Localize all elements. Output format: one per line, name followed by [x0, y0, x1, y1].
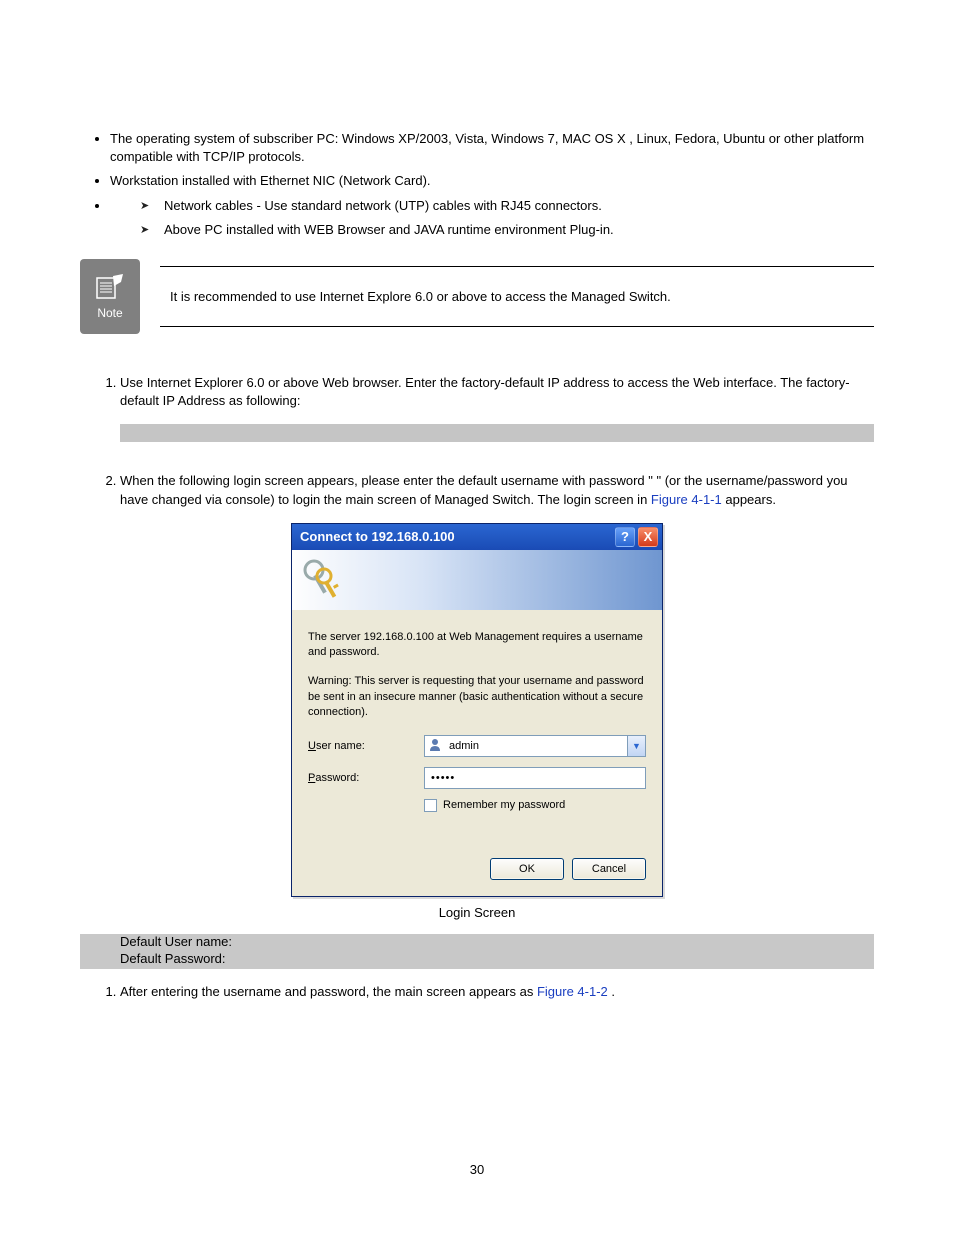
ok-button[interactable]: OK [490, 858, 564, 880]
help-button[interactable]: ? [615, 527, 635, 547]
password-label: Password: [308, 772, 424, 784]
list-item: Use Internet Explorer 6.0 or above Web b… [120, 374, 874, 410]
requirements-list: The operating system of subscriber PC: W… [90, 130, 874, 239]
note-label: Note [97, 306, 122, 320]
note-text: It is recommended to use Internet Explor… [160, 266, 874, 327]
username-input[interactable] [424, 735, 628, 757]
default-password: Default Password: [120, 951, 874, 968]
text: When the following login screen appears,… [120, 473, 562, 488]
text: After entering the username and password… [120, 984, 537, 999]
remember-checkbox[interactable] [424, 799, 437, 812]
dialog-warning: Warning: This server is requesting that … [308, 674, 646, 720]
figure-link[interactable]: Figure 4-1-1 [651, 492, 722, 507]
figure-link[interactable]: Figure 4-1-2 [537, 984, 608, 999]
default-username: Default User name: [120, 934, 874, 951]
text: . [611, 984, 615, 999]
steps-list-a2: When the following login screen appears,… [90, 472, 874, 508]
dialog-body: The server 192.168.0.100 at Web Manageme… [292, 610, 662, 896]
figure-caption: Login Screen [80, 905, 874, 920]
page-number: 30 [80, 1162, 874, 1177]
dialog-titlebar[interactable]: Connect to 192.168.0.100 ? X [292, 524, 662, 550]
close-button[interactable]: X [638, 527, 658, 547]
username-label: User name: [308, 740, 424, 752]
password-input[interactable] [424, 767, 646, 789]
ip-address-bar [120, 424, 874, 442]
text: with password " [562, 473, 656, 488]
note-block: Note It is recommended to use Internet E… [80, 259, 874, 334]
remember-label: Remember my password [443, 799, 565, 811]
keys-icon [302, 558, 348, 602]
list-item: The operating system of subscriber PC: W… [110, 130, 874, 166]
steps-list-b: After entering the username and password… [90, 983, 874, 1001]
list-item: Network cables - Use standard network (U… [110, 197, 874, 239]
list-item: Above PC installed with WEB Browser and … [140, 221, 874, 239]
note-icon: Note [80, 259, 140, 334]
chevron-down-icon[interactable]: ▼ [628, 735, 646, 757]
defaults-bar: Default User name: Default Password: [80, 934, 874, 970]
cancel-button[interactable]: Cancel [572, 858, 646, 880]
list-item: After entering the username and password… [120, 983, 874, 1001]
person-icon [428, 738, 442, 755]
list-item: Workstation installed with Ethernet NIC … [110, 172, 874, 190]
dialog-banner [292, 550, 662, 610]
text: appears. [725, 492, 776, 507]
dialog-title: Connect to 192.168.0.100 [300, 529, 455, 544]
dialog-message: The server 192.168.0.100 at Web Manageme… [308, 630, 646, 661]
list-item: When the following login screen appears,… [120, 472, 874, 508]
login-dialog: Connect to 192.168.0.100 ? X The server … [291, 523, 663, 897]
sub-list: Network cables - Use standard network (U… [140, 197, 874, 239]
list-item: Network cables - Use standard network (U… [140, 197, 874, 215]
steps-list-a: Use Internet Explorer 6.0 or above Web b… [90, 374, 874, 410]
